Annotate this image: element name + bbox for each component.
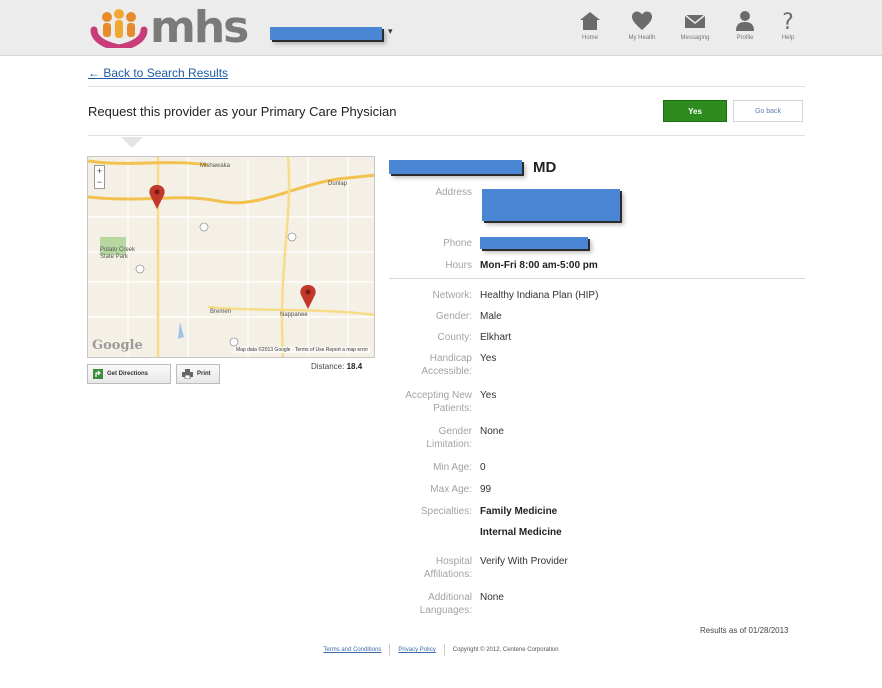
distance-label: Distance: (311, 362, 345, 371)
accepting-new-patients-value: Yes (480, 390, 497, 401)
top-header: mhs ▾ Home My Health Messaging Profile ?… (0, 0, 882, 56)
redacted-phone (480, 237, 588, 249)
person-icon (736, 11, 754, 31)
gender-label: Gender: (435, 311, 472, 322)
specialty-family-medicine: Family Medicine (480, 506, 558, 517)
hours-value: Mon-Fri 8:00 am-5:00 pm (480, 260, 598, 271)
back-to-search-results-link[interactable]: ← Back to Search Results (88, 66, 228, 80)
address-label: Address (435, 187, 472, 198)
question-icon: ? (782, 10, 794, 32)
county-label: County: (437, 332, 472, 343)
handicap-accessible-value: Yes (480, 353, 497, 364)
map-label-nappanee: Nappanee (280, 312, 308, 318)
max-age-value: 99 (480, 484, 492, 495)
printer-icon (182, 369, 193, 379)
gender-limitation-label: Gender Limitation: (426, 426, 472, 450)
additional-languages-value: None (480, 592, 504, 603)
hospital-affiliations-label: Hospital Affiliations: (423, 556, 472, 580)
nav-messaging-label: Messaging (680, 35, 710, 41)
hours-label: Hours (445, 260, 472, 271)
county-value: Elkhart (480, 332, 512, 343)
nav-messaging[interactable]: Messaging (673, 10, 717, 41)
details-divider (389, 278, 805, 279)
copyright-text: Copyright © 2012, Centene Corporation (452, 647, 559, 653)
home-icon (580, 12, 600, 30)
min-age-label: Min Age: (433, 462, 472, 473)
request-pcp-prompt: Request this provider as your Primary Ca… (88, 104, 397, 119)
svg-text:?: ? (782, 10, 794, 32)
phone-label: Phone (443, 238, 472, 249)
redacted-member-name (270, 27, 382, 40)
accepting-new-patients-label: Accepting New Patients: (405, 390, 472, 414)
nav-home[interactable]: Home (568, 10, 612, 41)
envelope-icon (684, 14, 706, 28)
section-pointer (121, 137, 143, 148)
mhs-logo[interactable]: mhs (90, 2, 249, 53)
map-label-bremen: Bremen (210, 309, 232, 315)
specialty-internal-medicine: Internal Medicine (480, 527, 562, 538)
get-directions-label: Get Directions (107, 371, 149, 377)
provider-map[interactable]: + − Mishawaka Dunlap Potato Creek State P… (87, 156, 375, 358)
network-label: Network: (432, 290, 472, 301)
specialties-label: Specialties: (420, 506, 472, 517)
nav-home-label: Home (581, 35, 598, 41)
hospital-affiliations-value: Verify With Provider (480, 556, 568, 567)
nav-profile-label: Profile (736, 35, 754, 41)
min-age-value: 0 (480, 462, 486, 473)
nav-help[interactable]: ? Help (766, 10, 810, 41)
max-age-label: Max Age: (430, 484, 472, 495)
account-dropdown-caret-icon[interactable]: ▾ (388, 26, 393, 37)
print-button[interactable]: Print (176, 364, 220, 384)
divider (88, 135, 805, 136)
divider (88, 86, 805, 87)
map-attribution[interactable]: Map data ©2013 Google · Terms of Use Rep… (234, 347, 370, 353)
map-label-potato-creek: Potato Creek State Park (100, 247, 136, 260)
page-footer: Terms and Conditions Privacy Policy Copy… (0, 644, 882, 656)
network-value: Healthy Indiana Plan (HIP) (480, 290, 599, 301)
map-zoom-control[interactable]: + − (94, 165, 105, 189)
redacted-address (482, 189, 620, 221)
privacy-policy-link[interactable]: Privacy Policy (390, 647, 443, 653)
logo-figures-icon (90, 8, 148, 52)
redacted-provider-name (389, 160, 522, 174)
directions-icon (93, 369, 103, 379)
map-label-dunlap: Dunlap (328, 181, 348, 187)
gender-value: Male (480, 311, 502, 322)
gender-limitation-value: None (480, 426, 504, 437)
go-back-button[interactable]: Go back (733, 100, 803, 122)
distance-value: 18.4 (346, 362, 363, 371)
results-as-of: Results as of 01/28/2013 (700, 626, 789, 635)
heart-icon (632, 11, 652, 30)
nav-profile[interactable]: Profile (723, 10, 767, 41)
distance-text: Distance: 18.4 (311, 362, 362, 371)
yes-button[interactable]: Yes (663, 100, 727, 122)
logo-text: mhs (150, 2, 249, 53)
provider-credential: MD (533, 159, 557, 176)
map-label-mishawaka: Mishawaka (200, 163, 231, 169)
additional-languages-label: Additional Languages: (419, 592, 472, 616)
nav-help-label: Help (781, 35, 795, 41)
nav-my-health-label: My Health (628, 35, 656, 41)
handicap-accessible-label: Handicap Accessible: (421, 353, 472, 377)
get-directions-button[interactable]: Get Directions (87, 364, 171, 384)
nav-my-health[interactable]: My Health (620, 10, 664, 41)
terms-and-conditions-link[interactable]: Terms and Conditions (315, 647, 389, 653)
google-logo: Google (92, 338, 143, 353)
print-label: Print (197, 371, 211, 377)
